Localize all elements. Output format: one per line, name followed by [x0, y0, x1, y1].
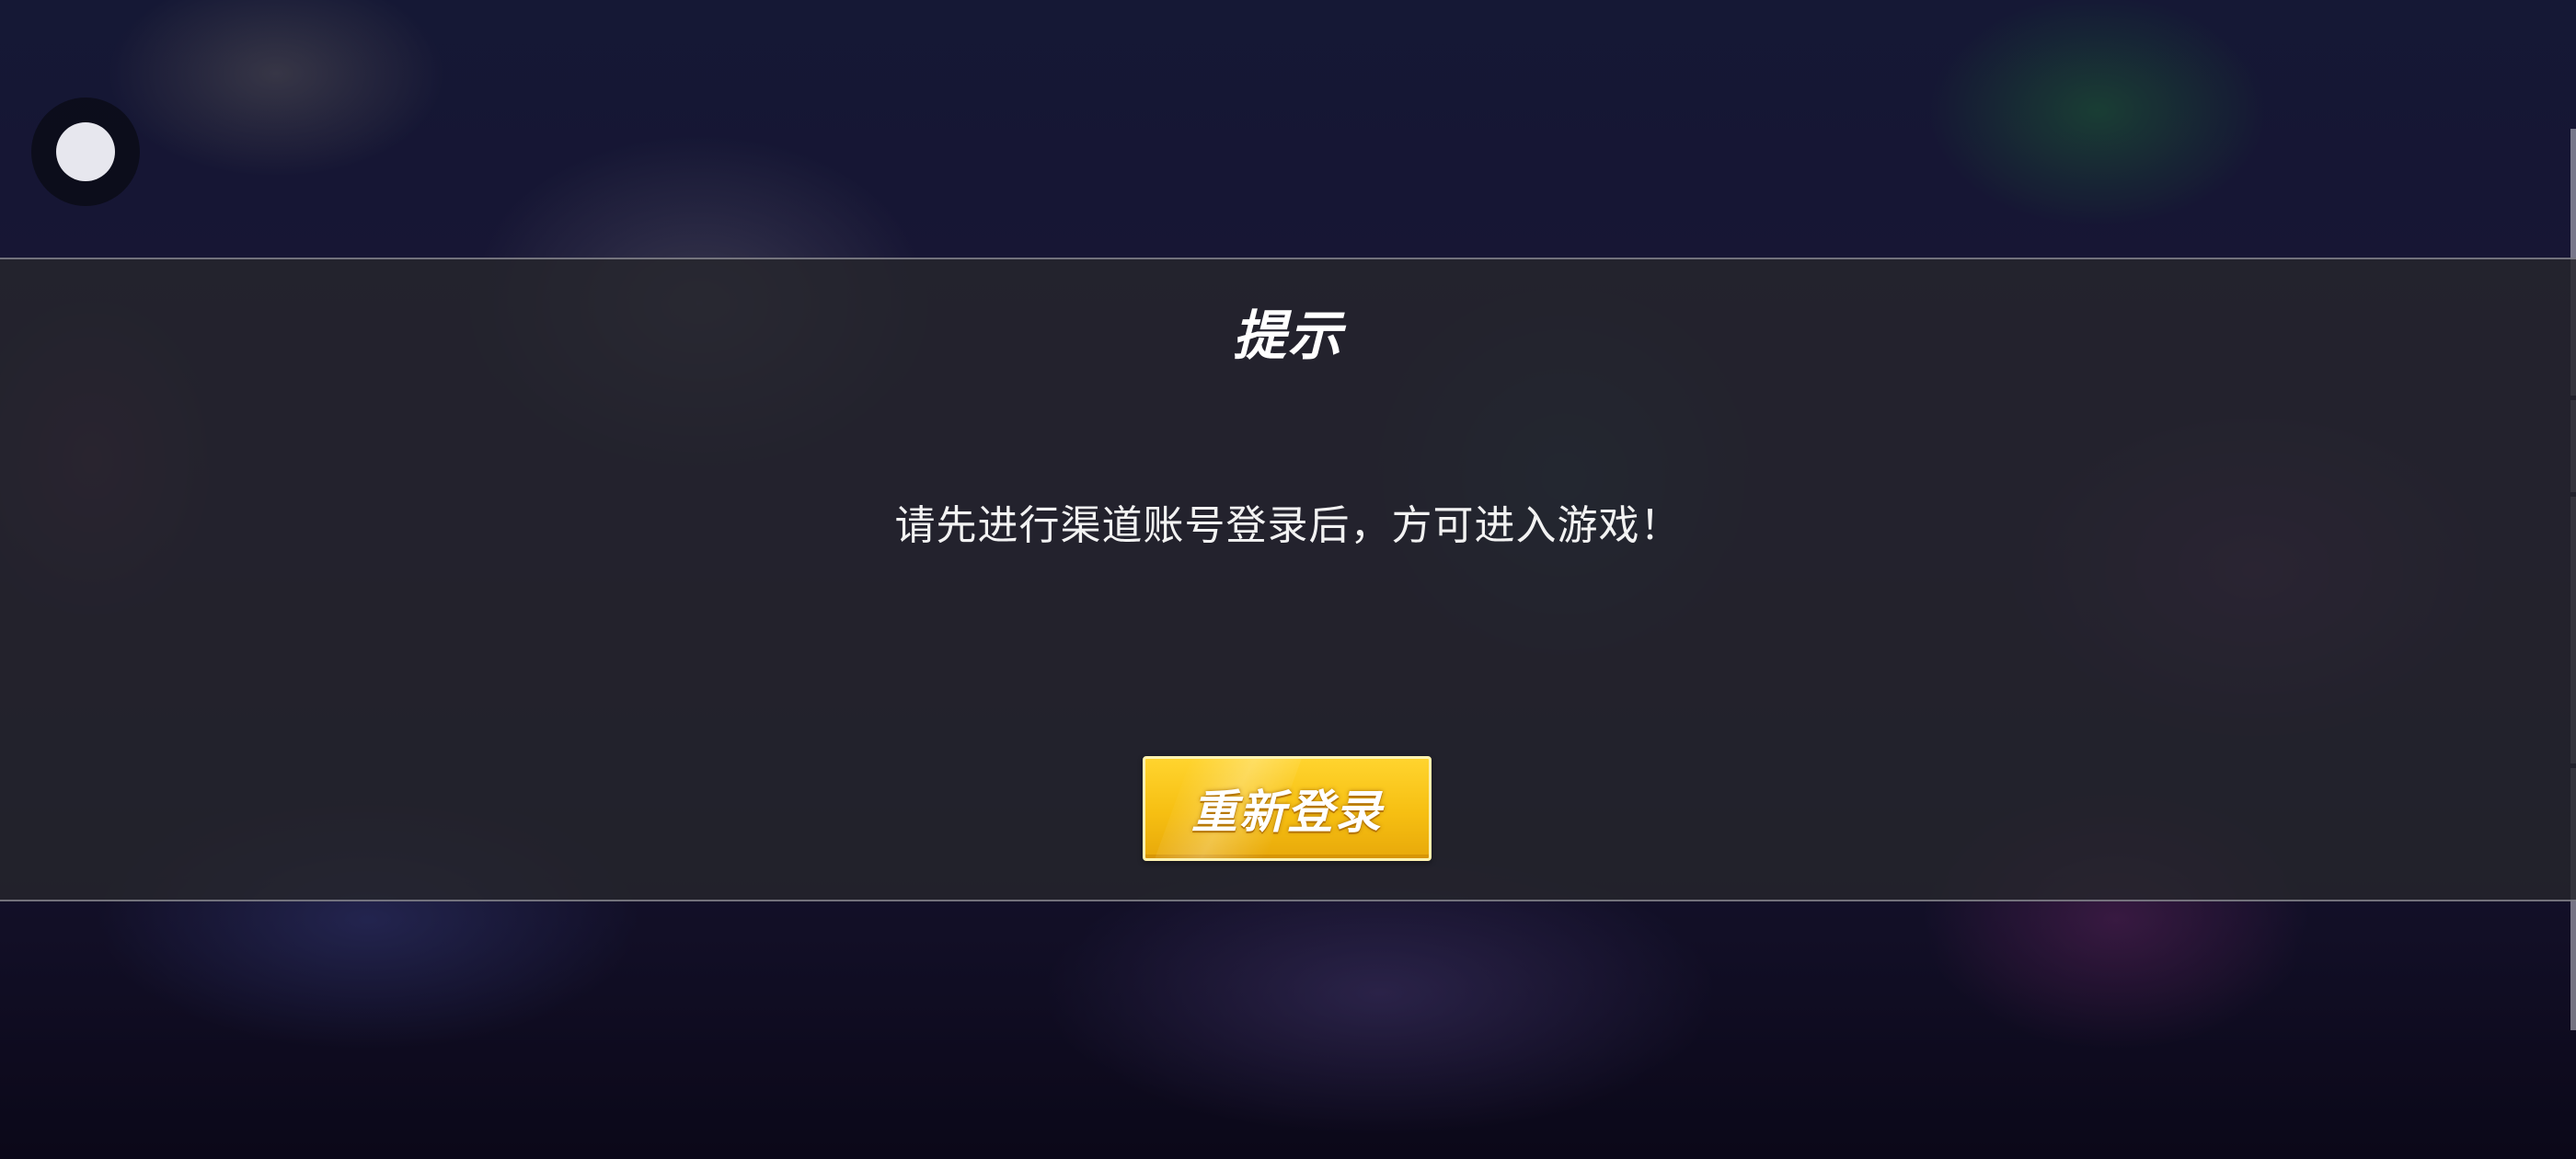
- dialog-message: 请先进行渠道账号登录后，方可进入游戏！: [894, 502, 1682, 549]
- relogin-button[interactable]: 重新登录: [1143, 756, 1432, 861]
- game-login-screen: 提示 请先进行渠道账号登录后，方可进入游戏！ 重新登录: [0, 0, 2576, 1159]
- floating-assistive-ball[interactable]: [31, 98, 140, 206]
- alert-dialog: 提示 请先进行渠道账号登录后，方可进入游戏！ 重新登录: [0, 258, 2576, 901]
- relogin-button-label: 重新登录: [1191, 786, 1383, 839]
- dialog-title: 提示: [1232, 304, 1343, 367]
- assistive-ball-icon: [56, 122, 115, 181]
